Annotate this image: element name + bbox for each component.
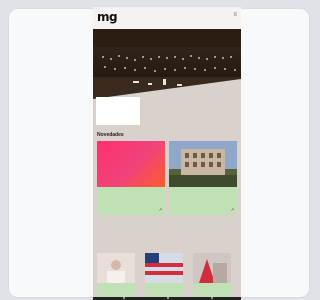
- news-card[interactable]: ↗: [97, 141, 165, 215]
- hero-image: [93, 29, 241, 99]
- featured-image: [145, 253, 183, 283]
- news-image: [169, 141, 237, 187]
- featured-image: [97, 253, 135, 283]
- arrow-icon[interactable]: ↗: [159, 207, 162, 212]
- site-logo[interactable]: mg: [97, 10, 118, 24]
- featured-tile[interactable]: [97, 253, 135, 300]
- arrow-icon[interactable]: ↗: [231, 207, 234, 212]
- page-indicator: [123, 297, 125, 299]
- news-heading: Novedades: [97, 132, 124, 138]
- site-header: mg ≡: [93, 7, 241, 29]
- news-card[interactable]: ↗: [169, 141, 237, 215]
- hero-caption-box[interactable]: [96, 97, 140, 125]
- mobile-page: mg ≡ Novedades ↗ ↗: [93, 7, 241, 300]
- news-image: [97, 141, 165, 187]
- featured-tile[interactable]: [193, 253, 231, 300]
- page-indicator: [211, 297, 213, 299]
- menu-icon[interactable]: ≡: [233, 12, 237, 18]
- featured-tile[interactable]: [145, 253, 183, 300]
- page-indicator: [167, 297, 169, 299]
- featured-image: [193, 253, 231, 283]
